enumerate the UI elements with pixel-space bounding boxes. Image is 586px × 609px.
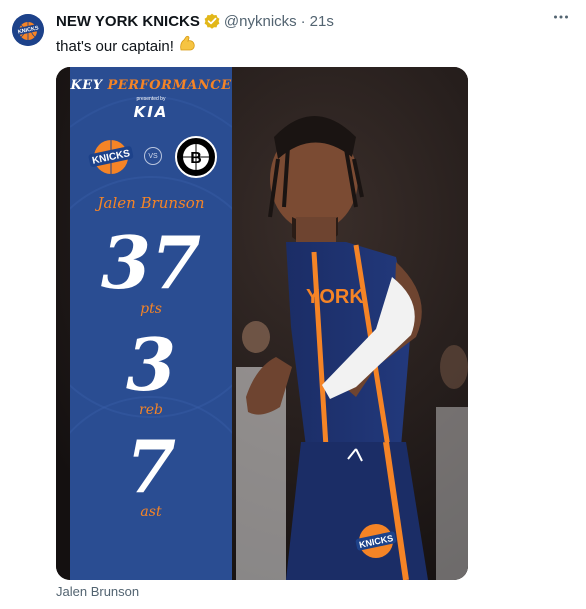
tweet-body: that's our captain! <box>56 37 174 55</box>
graphic-title-key: KEY <box>70 78 103 93</box>
stat-rebounds-label: reb <box>139 402 163 418</box>
stat-assists-value: 7 <box>125 424 177 509</box>
knicks-logo-icon: KNICKS <box>88 140 134 174</box>
versus-badge: VS <box>144 147 162 165</box>
account-avatar[interactable]: KNICKS <box>12 14 44 46</box>
nets-logo-icon: B <box>175 136 217 178</box>
graphic-title-rest: PERFORMANCE <box>107 78 232 93</box>
stat-rebounds-value: 3 <box>125 322 177 407</box>
stat-points-label: pts <box>140 301 162 317</box>
sponsor-logo: KIA <box>133 103 169 121</box>
graphic-title: KEY PERFORMANCE <box>70 78 232 93</box>
svg-text:YORK: YORK <box>306 286 364 308</box>
svg-text:B: B <box>190 150 202 167</box>
presented-by-text: presented by <box>136 96 166 102</box>
image-caption: Jalen Brunson <box>56 584 140 599</box>
tweet-header: NEW YORK KNICKS @nyknicks · 21s <box>56 10 516 32</box>
matchup-logos: KNICKS VS B <box>86 135 218 179</box>
stat-assists-label: ast <box>140 504 162 520</box>
separator-dot: · <box>300 12 306 30</box>
tweet-text: that's our captain! <box>56 35 198 57</box>
player-name: Jalen Brunson <box>97 194 205 212</box>
post-timestamp[interactable]: 21s <box>310 13 334 30</box>
account-handle[interactable]: @nyknicks <box>224 13 297 30</box>
stats-panel: KEY PERFORMANCE presented by KIA KNICKS … <box>70 67 232 580</box>
flexed-biceps-icon <box>178 35 198 57</box>
more-options-icon[interactable] <box>548 8 574 30</box>
tweet-media-image[interactable]: YORK KNICKS KEY PERFORMANCE presented by… <box>56 67 468 580</box>
stat-points-value: 37 <box>100 220 202 305</box>
account-name[interactable]: NEW YORK KNICKS <box>56 13 200 30</box>
knicks-logo-icon: KNICKS <box>12 14 44 46</box>
verified-badge-icon <box>204 13 220 29</box>
